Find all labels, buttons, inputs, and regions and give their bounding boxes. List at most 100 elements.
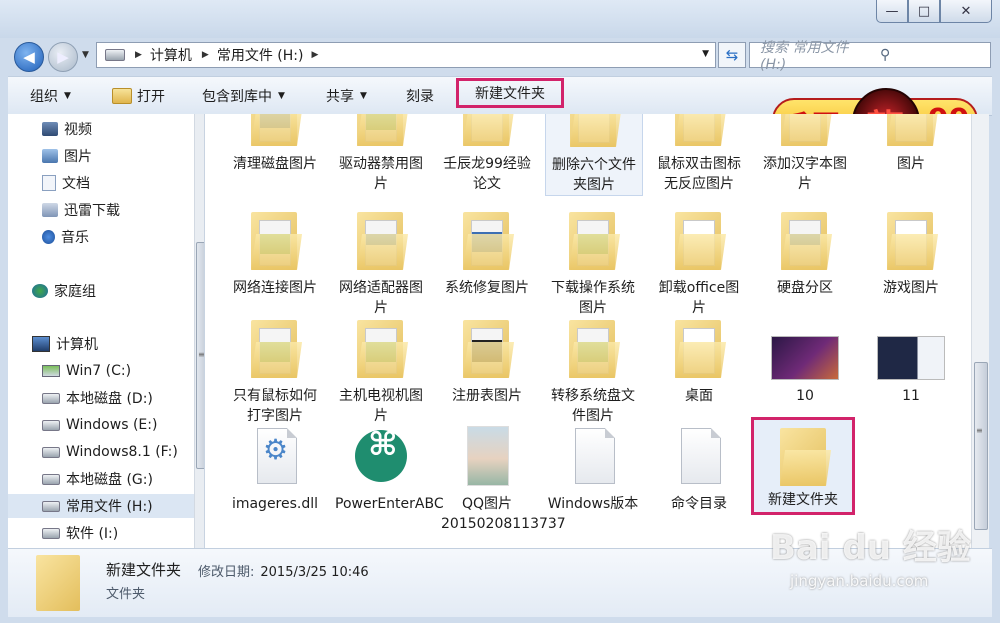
folder-item[interactable]: 桌面 (651, 316, 747, 406)
folder-icon (887, 114, 939, 146)
search-input[interactable]: 搜索 常用文件 (H:) (750, 37, 870, 73)
folder-item[interactable]: 驱动器禁用图片 (333, 114, 429, 194)
refresh-icon: ⇆ (725, 46, 739, 64)
breadcrumb-computer[interactable]: ▶ 计算机 (131, 45, 192, 65)
nav-item-computer[interactable]: 计算机 (32, 332, 204, 356)
image-item[interactable]: 11 (863, 316, 959, 406)
breadcrumb-drive-h[interactable]: ▶ 常用文件 (H:) ▶ (198, 45, 326, 65)
caption-buttons: — □ ✕ (876, 0, 992, 23)
folder-item[interactable]: 转移系统盘文件图片 (545, 316, 641, 426)
file-item[interactable]: Windows版本 (545, 424, 641, 514)
new-folder-button[interactable]: 新建文件夹 (456, 78, 564, 108)
search-box[interactable]: 搜索 常用文件 (H:) ⚲ (749, 40, 991, 73)
nav-item-drive-c[interactable]: Win7 (C:) (42, 359, 204, 383)
folder-item[interactable]: 网络适配器图片 (333, 208, 429, 318)
folder-icon (251, 212, 303, 270)
folder-icon (357, 320, 409, 378)
folder-item[interactable]: 鼠标双击图标无反应图片 (651, 114, 747, 194)
file-item[interactable]: ⚙ imageres.dll (227, 424, 323, 514)
folder-item[interactable]: 只有鼠标如何打字图片 (227, 316, 323, 426)
folder-item[interactable]: 系统修复图片 (439, 208, 535, 298)
share-button[interactable]: 共享 ▼ (326, 77, 367, 115)
minimize-button[interactable]: — (876, 0, 908, 23)
bank-logo-icon: ⌘ (355, 428, 407, 482)
folder-item[interactable]: 卸载office图片 (651, 208, 747, 318)
drive-icon (42, 446, 60, 458)
organize-button[interactable]: 组织 ▼ (30, 77, 71, 115)
details-type: 文件夹 (106, 587, 146, 602)
address-bar[interactable]: ▶ 计算机 ▶ 常用文件 (H:) ▶ ▼ (96, 42, 716, 68)
nav-item-thunder-downloads[interactable]: 迅雷下载 (42, 198, 204, 222)
folder-item[interactable]: 图片 (863, 114, 959, 174)
folder-icon (675, 320, 727, 378)
chevron-right-icon: ▶ (201, 50, 209, 60)
folder-icon (781, 114, 833, 146)
image-item[interactable]: QQ图片20150208113737 (439, 424, 566, 534)
blank-file-icon (575, 428, 615, 484)
documents-icon (42, 175, 56, 191)
nav-item-homegroup[interactable]: 家庭组 (32, 279, 204, 303)
nav-item-pictures[interactable]: 图片 (42, 144, 204, 168)
nav-item-drive-g[interactable]: 本地磁盘 (G:) (42, 467, 204, 491)
folder-item[interactable]: 壬辰龙99经验论文 (439, 114, 535, 194)
video-icon (42, 122, 58, 136)
blank-file-icon (681, 428, 721, 484)
nav-item-drive-d[interactable]: 本地磁盘 (D:) (42, 386, 204, 410)
folder-icon (463, 320, 515, 378)
baidu-watermark-url: jingyan.baidu.com (790, 572, 929, 590)
file-item[interactable]: 命令目录 (651, 424, 747, 514)
recent-pages-dropdown-icon[interactable]: ▼ (82, 50, 89, 60)
maximize-icon: □ (917, 3, 931, 19)
refresh-button[interactable]: ⇆ (718, 42, 746, 68)
content-scrollbar-thumb[interactable] (974, 362, 988, 530)
baidu-watermark: Bai du 经验 (770, 528, 971, 568)
drive-icon (42, 392, 60, 404)
image-item[interactable]: 10 (757, 316, 853, 406)
folder-icon (569, 320, 621, 378)
folder-icon (570, 114, 622, 147)
folder-icon (781, 212, 833, 270)
folder-icon (251, 114, 303, 146)
nav-item-drive-i[interactable]: 软件 (I:) (42, 521, 204, 545)
dropdown-arrow-icon: ▼ (278, 91, 285, 101)
file-item[interactable]: ⌘ PowerEnterABC (333, 424, 444, 514)
folder-item[interactable]: 游戏图片 (863, 208, 959, 298)
nav-item-music[interactable]: 音乐 (42, 225, 204, 249)
back-arrow-icon: ◀ (23, 48, 35, 66)
burn-button[interactable]: 刻录 (406, 77, 434, 115)
nav-item-drive-h[interactable]: 常用文件 (H:) (8, 494, 204, 518)
folder-item[interactable]: 网络连接图片 (227, 208, 323, 298)
explorer-window: — □ ✕ ◀ ▶ ▼ ▶ 计算机 ▶ 常用文件 (H:) ▶ ▼ ⇆ 搜索 常用文件… (0, 0, 1000, 623)
folder-icon (463, 114, 515, 146)
grip-icon: ≡ (198, 350, 205, 359)
forward-button[interactable]: ▶ (48, 42, 78, 72)
maximize-button[interactable]: □ (908, 0, 940, 23)
nav-item-drive-f[interactable]: Windows8.1 (F:) (42, 440, 204, 464)
folder-icon (357, 212, 409, 270)
nav-item-videos[interactable]: 视频 (42, 117, 204, 141)
chevron-right-icon: ▶ (135, 50, 142, 60)
nav-item-drive-e[interactable]: Windows (E:) (42, 413, 204, 437)
folder-icon (887, 212, 939, 270)
open-button[interactable]: 打开 (112, 77, 165, 115)
folder-icon (569, 212, 621, 270)
folder-item[interactable]: 添加汉字本图片 (757, 114, 853, 194)
address-history-dropdown-icon[interactable]: ▼ (702, 49, 709, 59)
title-bar: — □ ✕ (0, 0, 1000, 38)
nav-item-documents[interactable]: 文档 (42, 171, 204, 195)
include-in-library-button[interactable]: 包含到库中 ▼ (202, 77, 285, 115)
folder-item[interactable]: 硬盘分区 (757, 208, 853, 298)
drive-icon (42, 419, 60, 431)
folder-item[interactable]: 删除六个文件夹图片 (545, 114, 643, 196)
folder-item[interactable]: 清理磁盘图片 (227, 114, 323, 174)
content-scrollbar[interactable]: ≡ (971, 114, 989, 548)
close-button[interactable]: ✕ (940, 0, 992, 23)
nav-scrollbar[interactable]: ≡ (194, 114, 205, 548)
folder-item[interactable]: 注册表图片 (439, 316, 535, 406)
folder-item[interactable]: 主机电视机图片 (333, 316, 429, 426)
new-folder-item[interactable]: 新建文件夹 (751, 417, 855, 515)
folder-item[interactable]: 下载操作系统图片 (545, 208, 641, 318)
folder-icon (357, 114, 409, 146)
back-button[interactable]: ◀ (14, 42, 44, 72)
forward-arrow-icon: ▶ (57, 48, 69, 66)
